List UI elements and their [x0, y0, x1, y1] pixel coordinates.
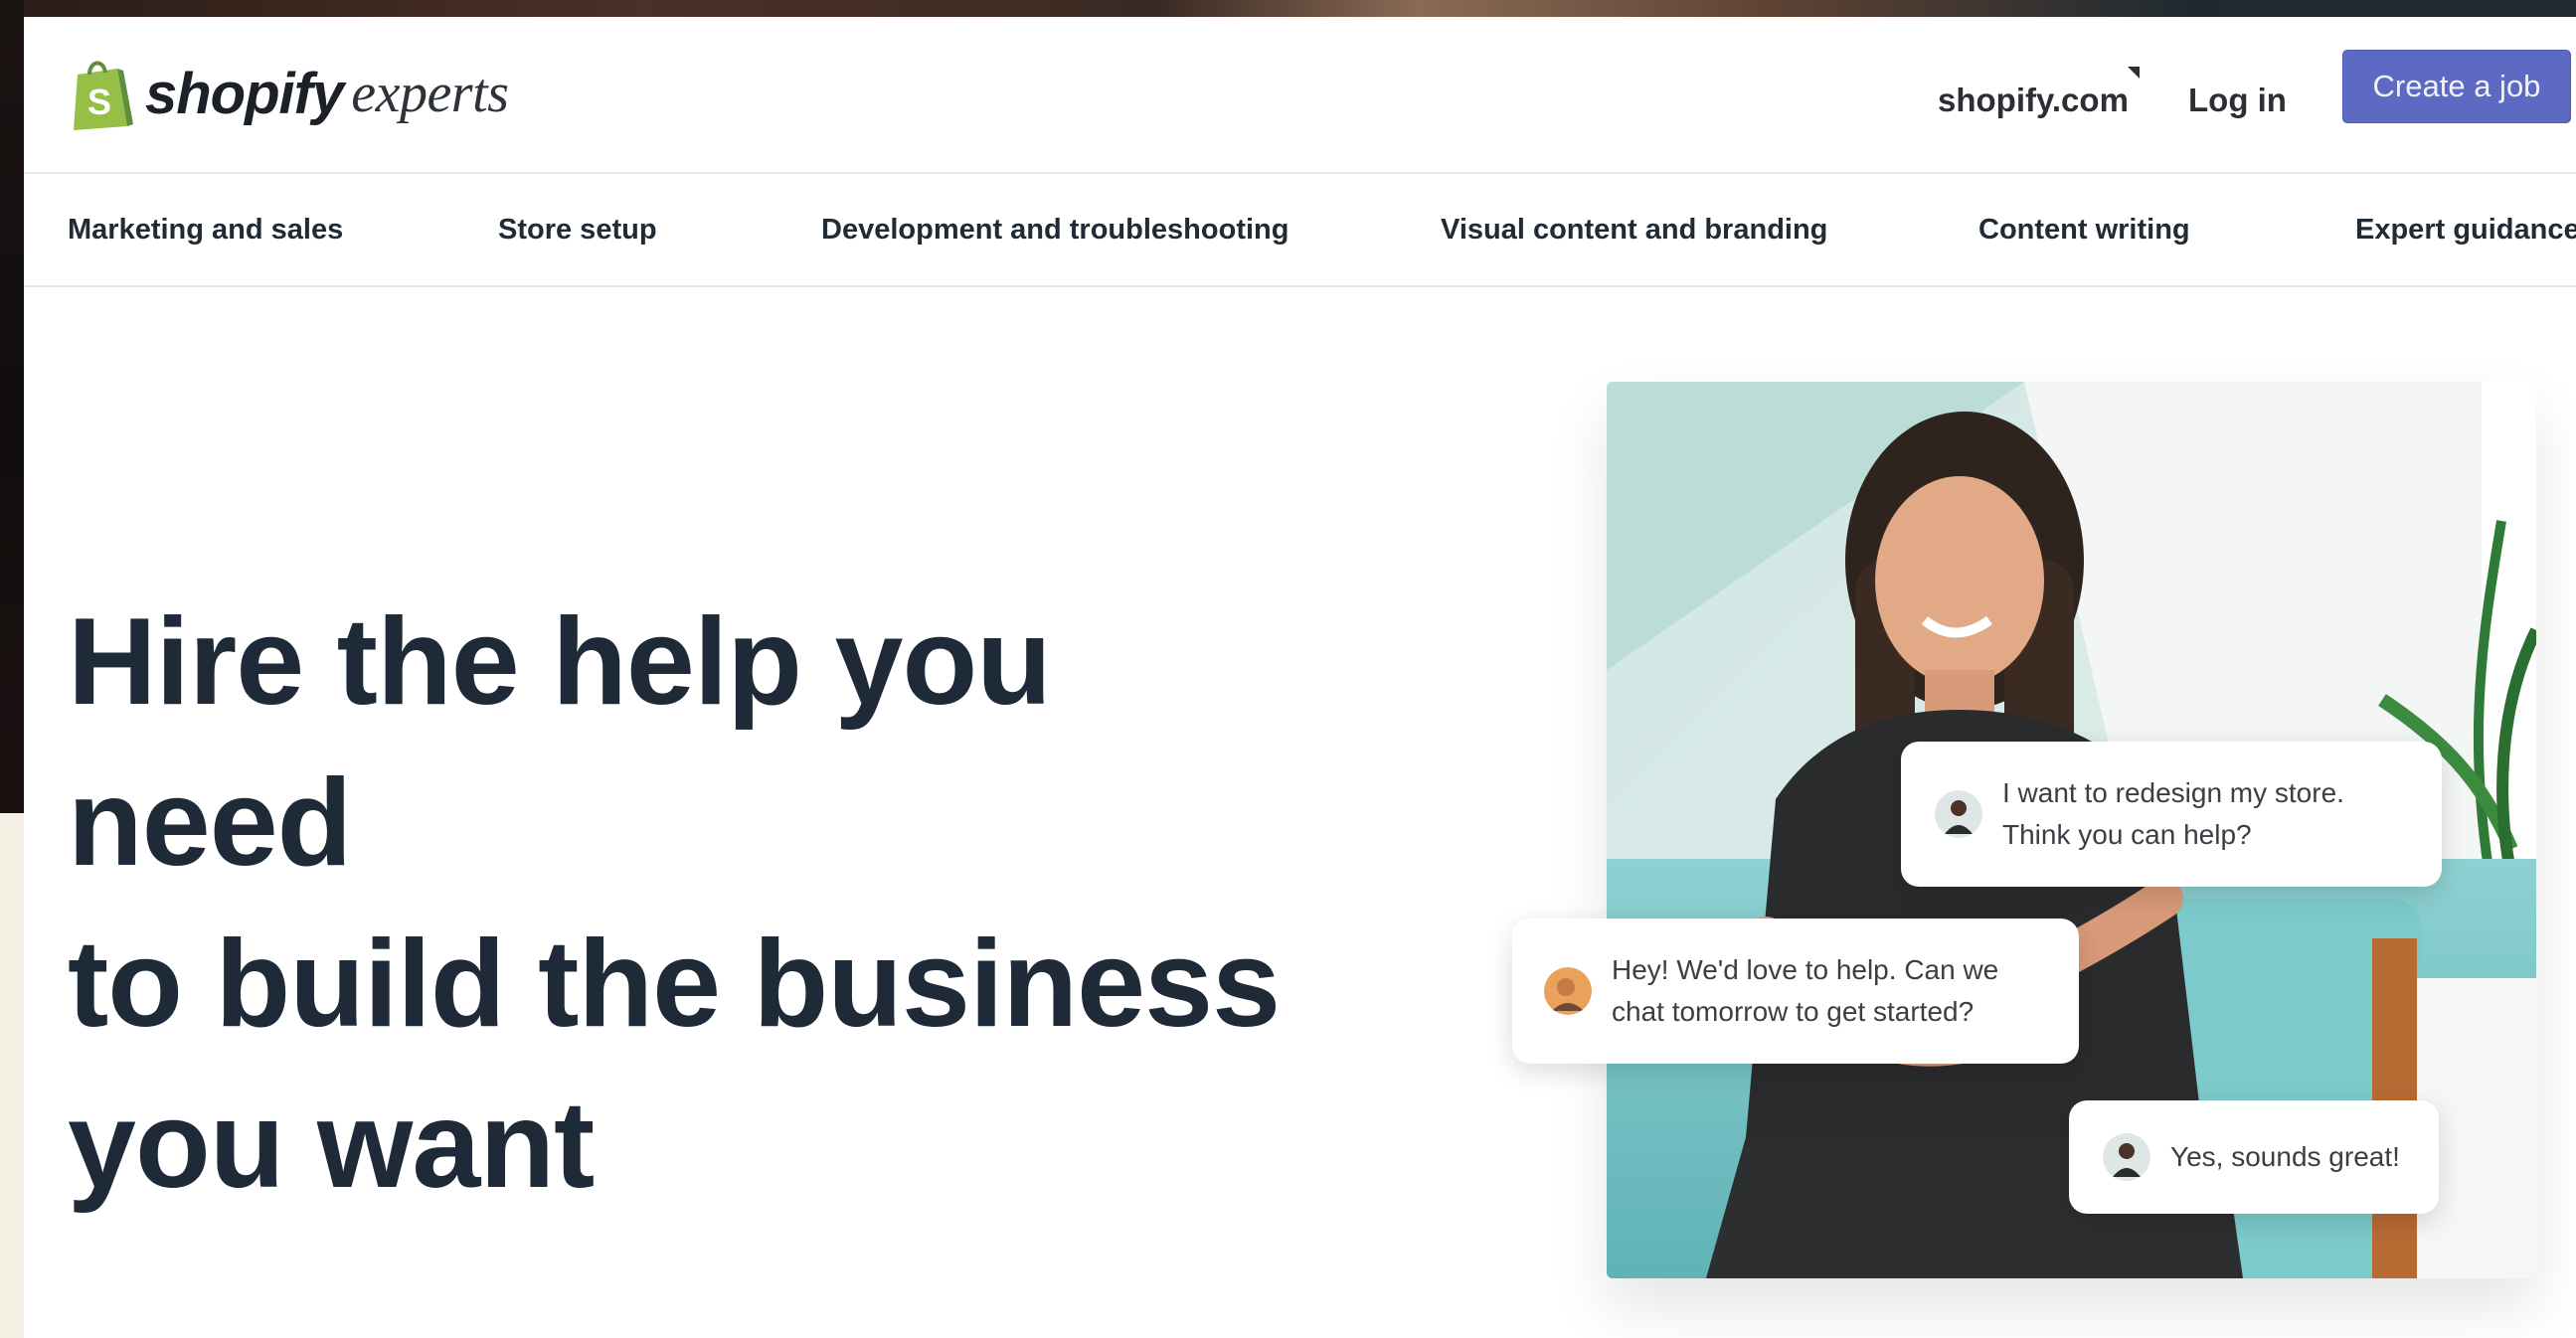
hero-headline: Hire the help you need to build the busi…	[68, 582, 1360, 1226]
svg-text:S: S	[87, 82, 111, 122]
hero-headline-line-2: to build the business	[68, 916, 1281, 1053]
background-photo-strip	[0, 0, 2576, 17]
nav-item-expert-guidance[interactable]: Expert guidance	[2355, 214, 2576, 247]
chat-message-text: Yes, sounds great!	[2170, 1141, 2400, 1172]
expert-avatar	[1544, 967, 1592, 1015]
hero-headline-line-3: you want	[68, 1077, 595, 1214]
chat-message-text: I want to redesign my store. Think you c…	[2002, 777, 2344, 850]
login-link[interactable]: Log in	[2188, 82, 2287, 119]
nav-item-marketing-and-sales[interactable]: Marketing and sales	[68, 214, 343, 247]
nav-item-visual-content-and-branding[interactable]: Visual content and branding	[1441, 214, 1827, 247]
logo-subtitle: experts	[351, 63, 509, 124]
shopify-experts-page: S shopify experts shopify.com Log in Cre…	[24, 17, 2576, 1338]
customer-avatar	[1935, 790, 1982, 838]
chat-message-text: Hey! We'd love to help. Can we chat tomo…	[1612, 954, 1999, 1027]
chat-bubble-customer: I want to redesign my store. Think you c…	[1901, 742, 2442, 887]
category-nav: Marketing and sales Store setup Developm…	[24, 174, 2576, 287]
nav-item-development-and-troubleshooting[interactable]: Development and troubleshooting	[821, 214, 1288, 247]
site-header: S shopify experts shopify.com Log in Cre…	[24, 17, 2576, 174]
background-dark-edge	[0, 0, 24, 813]
logo-wordmark: shopify	[145, 61, 344, 126]
chat-bubble-expert: Hey! We'd love to help. Can we chat tomo…	[1512, 919, 2079, 1064]
shopify-experts-logo[interactable]: S shopify experts	[68, 49, 509, 138]
external-link-icon	[2128, 67, 2140, 79]
shopify-com-link[interactable]: shopify.com	[1938, 82, 2129, 119]
shopify-bag-icon: S	[74, 61, 133, 130]
hero-headline-line-1: Hire the help you need	[68, 593, 1052, 892]
background-light-edge	[0, 813, 24, 1338]
nav-item-content-writing[interactable]: Content writing	[1978, 214, 2190, 247]
nav-item-store-setup[interactable]: Store setup	[498, 214, 657, 247]
chat-bubble-customer-reply: Yes, sounds great!	[2069, 1100, 2439, 1214]
create-job-button[interactable]: Create a job	[2342, 50, 2571, 123]
customer-avatar	[2103, 1133, 2150, 1181]
